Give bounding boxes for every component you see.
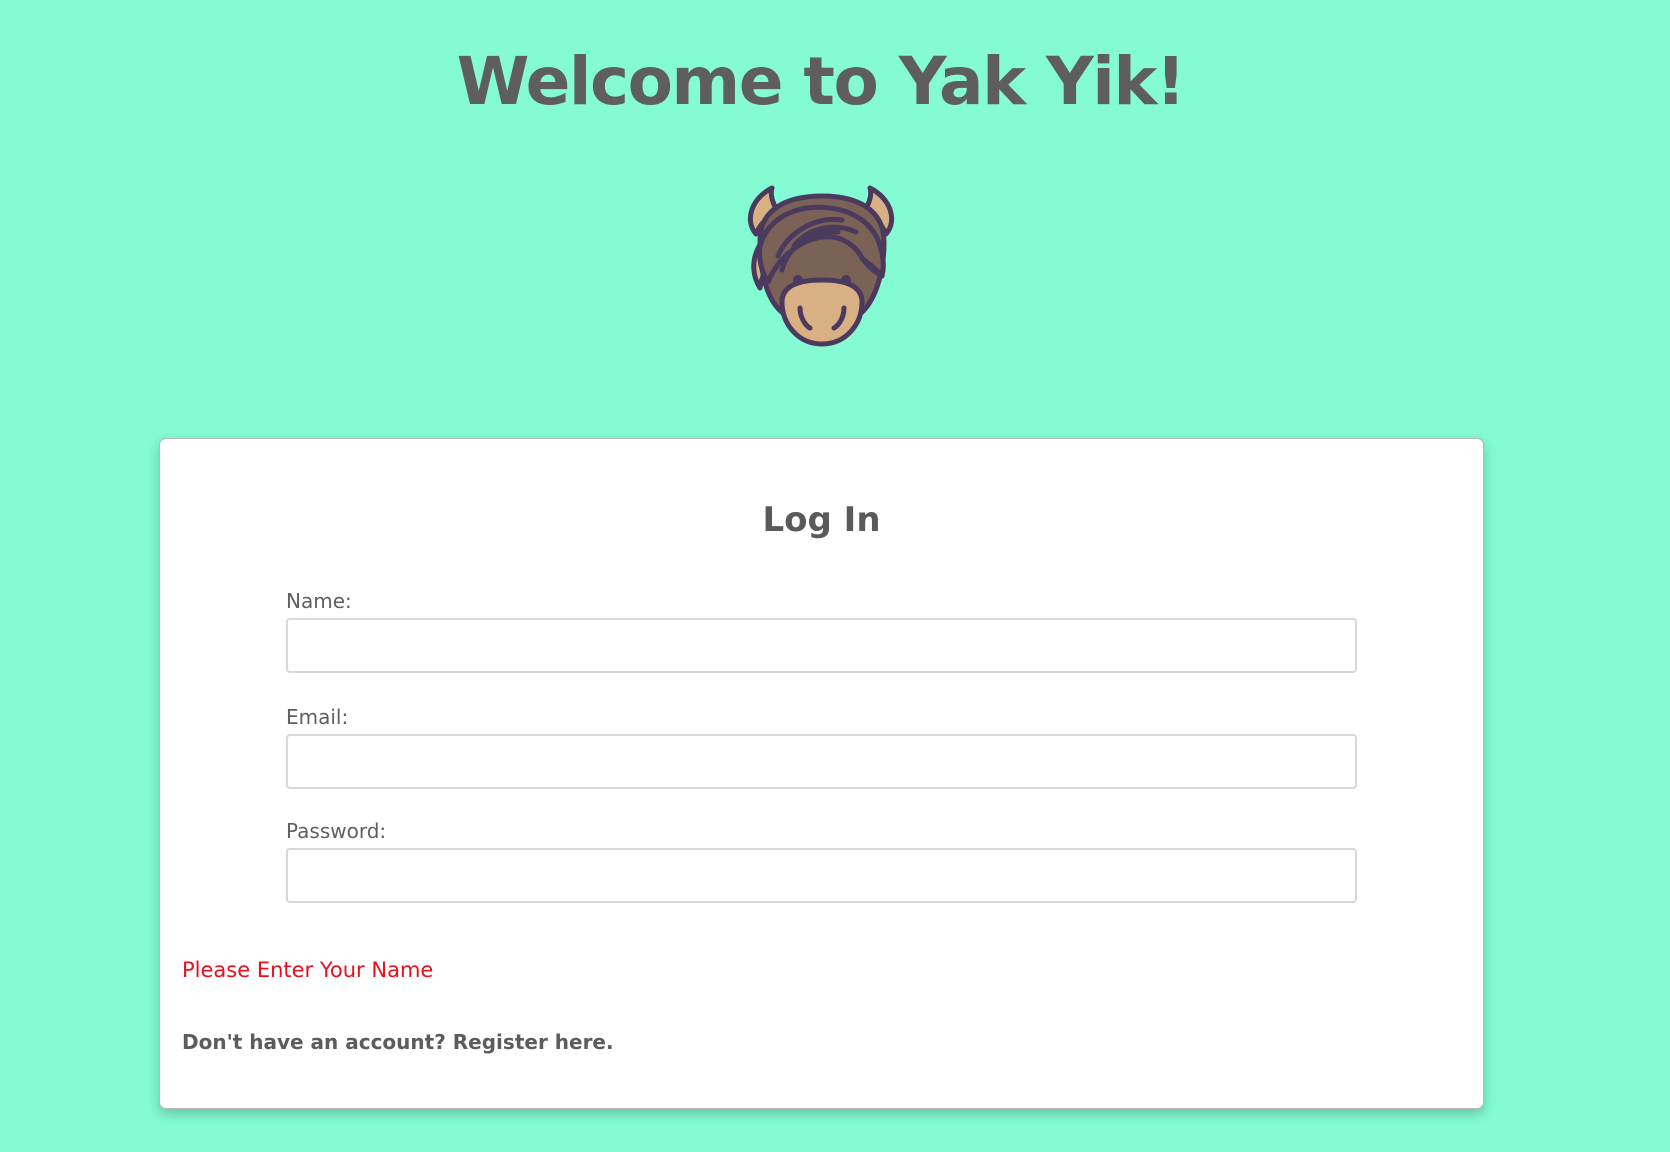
yak-head-icon [738,184,904,360]
password-label: Password: [286,819,387,843]
page-title: Welcome to Yak Yik! [456,43,1186,120]
login-card: Log In Name: Email: Password: Please Ent… [159,438,1484,1109]
password-input[interactable] [286,848,1357,903]
email-input[interactable] [286,734,1357,789]
error-message: Please Enter Your Name [182,958,434,982]
login-card-title: Log In [762,500,881,540]
register-link[interactable]: Don't have an account? Register here. [182,1028,614,1056]
email-label: Email: [286,705,349,729]
name-input[interactable] [286,618,1357,673]
name-label: Name: [286,589,352,613]
